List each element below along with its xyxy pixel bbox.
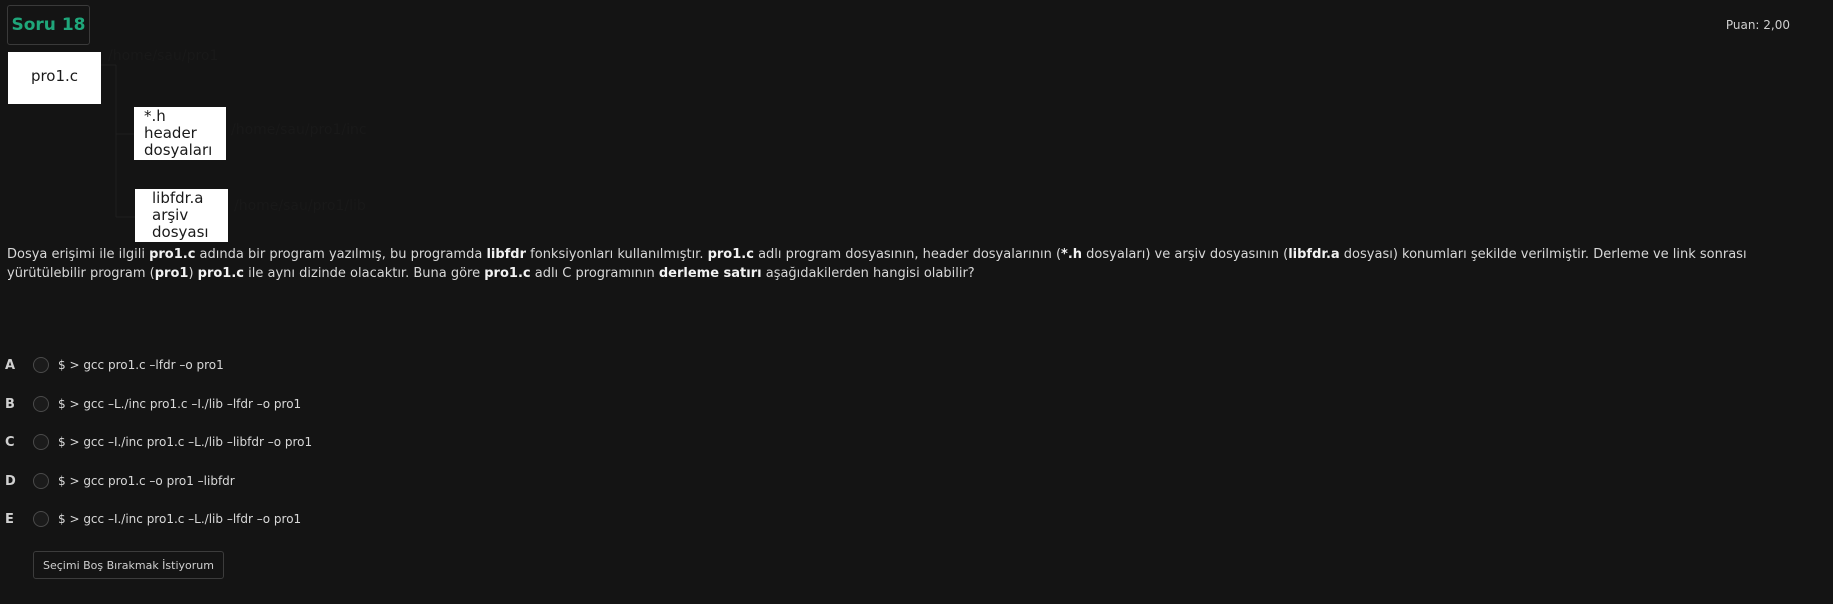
main-file-label: pro1.c (30, 66, 79, 85)
question-text: Dosya erişimi ile ilgili pro1.c adında b… (7, 245, 1807, 283)
question-bold-part: pro1.c (484, 266, 531, 281)
option-text[interactable]: $ > gcc –L./inc pro1.c –I./lib –lfdr –o … (58, 397, 301, 411)
question-text-part: ) (188, 266, 198, 281)
main-path-label: /home/sau/pro1 (108, 48, 219, 64)
archive-file-box: libfdr.a arşiv dosyası (135, 189, 228, 242)
skip-answer-button[interactable]: Seçimi Boş Bırakmak İstiyorum (33, 551, 224, 579)
question-text-part: aşağıdakilerden hangisi olabilir? (761, 266, 975, 281)
option-b[interactable]: B $ > gcc –L./inc pro1.c –I./lib –lfdr –… (0, 393, 301, 415)
question-bold-part: pro1 (154, 266, 189, 281)
option-letter: B (5, 396, 15, 412)
option-text[interactable]: $ > gcc pro1.c –o pro1 –libfdr (58, 474, 235, 488)
header-box-line: header (144, 124, 197, 142)
option-letter: C (5, 434, 15, 450)
question-bold-part: pro1.c (197, 266, 244, 281)
question-page: Soru 18 Puan: 2,00 pro1.c /home/sau/pro1… (0, 0, 1833, 604)
question-text-part: fonksiyonları kullanılmıştır. (526, 247, 708, 262)
question-score: Puan: 2,00 (1725, 18, 1790, 32)
archive-box-line: dosyası (152, 223, 209, 241)
option-b-radio[interactable] (33, 396, 49, 412)
question-number-badge: Soru 18 (7, 5, 90, 45)
option-letter: A (5, 357, 16, 373)
question-text-part: Dosya erişimi ile ilgili (7, 247, 150, 262)
option-d-radio[interactable] (33, 473, 49, 489)
option-text[interactable]: $ > gcc –I./inc pro1.c –L./lib –lfdr –o … (58, 512, 301, 526)
header-path-label: /home/sau/pro1/inc (231, 122, 367, 138)
question-text-part: adında bir program yazılmış, bu programd… (195, 247, 487, 262)
lib-path-label: /home/sau/pro1/lib (234, 198, 366, 214)
directory-diagram: pro1.c /home/sau/pro1 *.h header dosyala… (0, 45, 400, 245)
option-text[interactable]: $ > gcc –I./inc pro1.c –L./lib –libfdr –… (58, 435, 312, 449)
question-text-part: adlı C programının (530, 266, 659, 281)
question-text-part: dosyaları) ve arşiv dosyasının ( (1082, 247, 1289, 262)
option-a-radio[interactable] (33, 357, 49, 373)
header-box-line: *.h (144, 107, 166, 125)
option-d[interactable]: D $ > gcc pro1.c –o pro1 –libfdr (0, 470, 235, 492)
option-e[interactable]: E $ > gcc –I./inc pro1.c –L./lib –lfdr –… (0, 508, 301, 530)
option-text[interactable]: $ > gcc pro1.c –lfdr –o pro1 (58, 358, 224, 372)
header-files-box: *.h header dosyaları (134, 107, 226, 160)
option-e-radio[interactable] (33, 511, 49, 527)
option-a[interactable]: A $ > gcc pro1.c –lfdr –o pro1 (0, 354, 224, 376)
archive-box-line: libfdr.a (152, 189, 204, 207)
question-bold-part: derleme satırı (658, 266, 762, 281)
archive-box-line: arşiv (152, 206, 189, 224)
question-text-part: adlı program dosyasının, header dosyalar… (753, 247, 1062, 262)
main-file-box: pro1.c (8, 52, 101, 104)
question-bold-part: *.h (1061, 247, 1083, 262)
option-letter: E (5, 511, 14, 527)
header-box-line: dosyaları (144, 141, 213, 159)
question-bold-part: pro1.c (707, 247, 754, 262)
question-bold-part: pro1.c (149, 247, 196, 262)
option-letter: D (5, 473, 16, 489)
option-c-radio[interactable] (33, 434, 49, 450)
question-bold-part: libfdr.a (1288, 247, 1340, 262)
option-c[interactable]: C $ > gcc –I./inc pro1.c –L./lib –libfdr… (0, 431, 312, 453)
question-text-part: ile aynı dizinde olacaktır. Buna göre (244, 266, 485, 281)
question-bold-part: libfdr (486, 247, 527, 262)
